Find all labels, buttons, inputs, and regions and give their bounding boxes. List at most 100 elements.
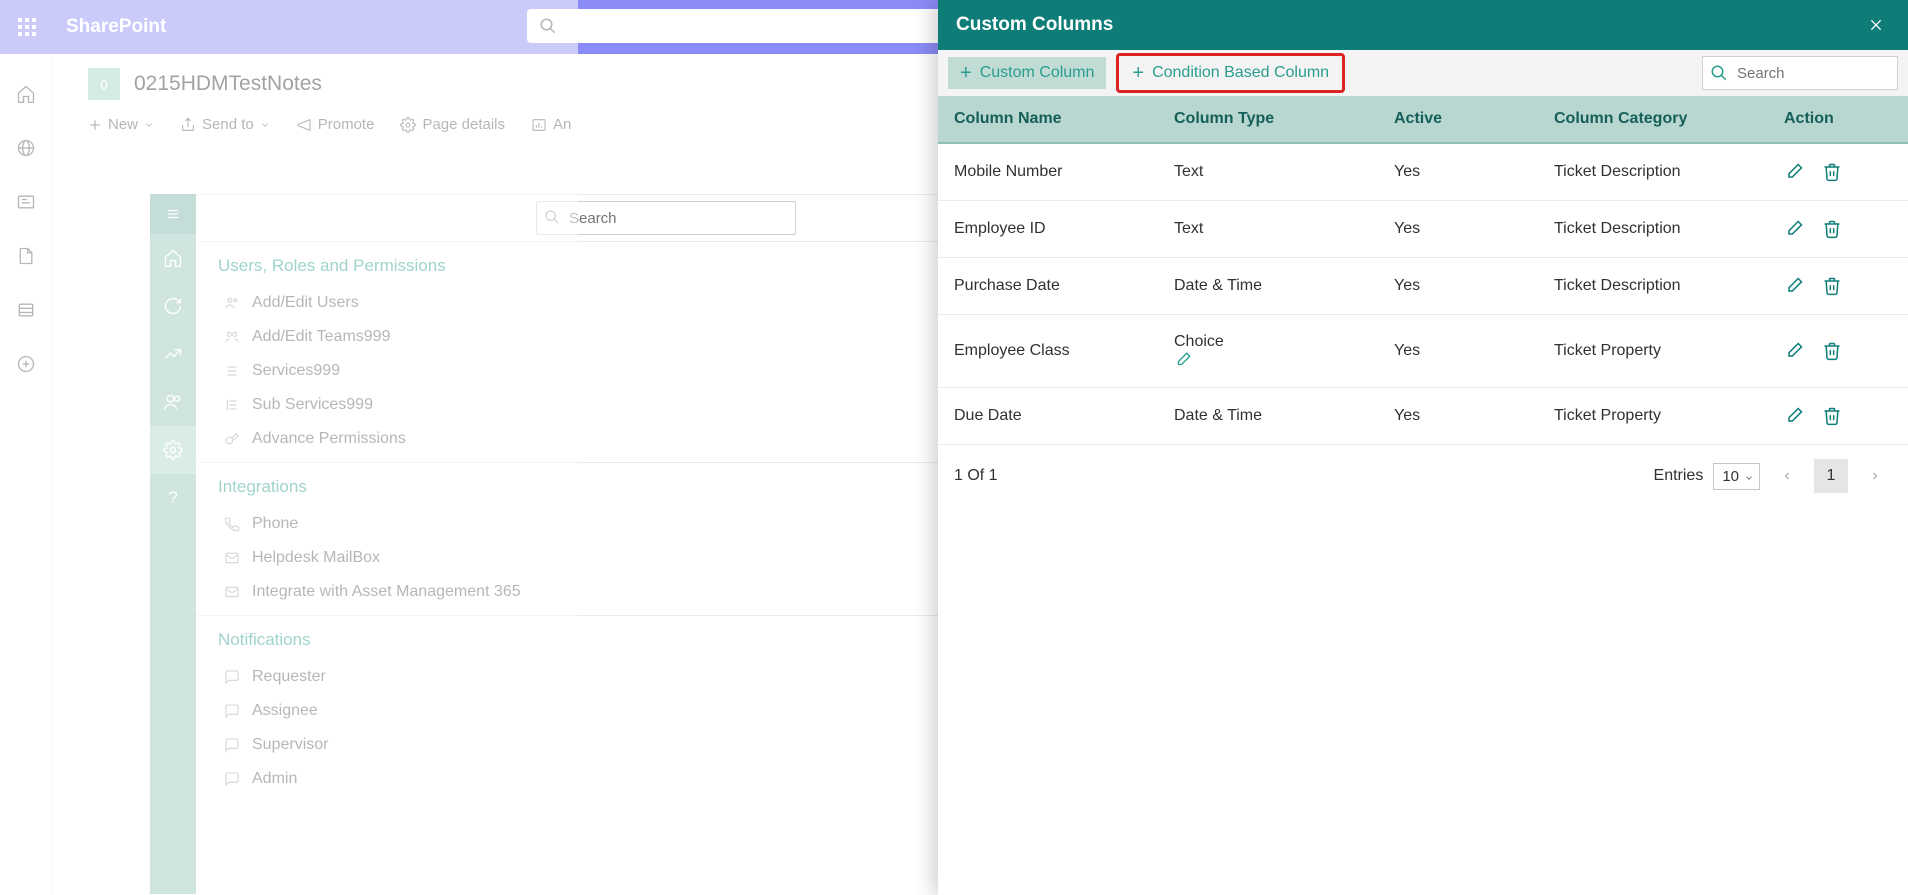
gear-icon xyxy=(400,117,416,133)
cmd-new[interactable]: New xyxy=(88,116,154,133)
nav-item-icon xyxy=(224,431,242,447)
plus-icon xyxy=(88,118,102,132)
cell-category: Ticket Property xyxy=(1538,315,1768,388)
nav-item-icon xyxy=(224,550,242,566)
cmd-send[interactable]: Send to xyxy=(180,116,270,133)
rail-create-button[interactable] xyxy=(6,344,46,384)
cmd-analytics[interactable]: An xyxy=(531,116,571,133)
th-column-type[interactable]: Column Type xyxy=(1158,96,1378,143)
pager-page-1[interactable]: 1 xyxy=(1814,459,1848,493)
chevron-down-icon xyxy=(260,120,270,130)
cell-type: Date & Time xyxy=(1158,258,1378,315)
cell-action xyxy=(1768,388,1908,445)
nav-item-icon xyxy=(224,584,242,600)
sidebar-reports[interactable] xyxy=(150,330,196,378)
row-edit-button[interactable] xyxy=(1784,406,1804,426)
pager: 1 Of 1 Entries 10 1 xyxy=(938,445,1908,507)
rail-lists-button[interactable] xyxy=(6,290,46,330)
row-delete-button[interactable] xyxy=(1822,406,1842,426)
th-category[interactable]: Column Category xyxy=(1538,96,1768,143)
nav-item-label: Add/Edit Teams999 xyxy=(252,328,390,346)
cmd-send-label: Send to xyxy=(202,116,254,133)
th-active[interactable]: Active xyxy=(1378,96,1538,143)
entries-select[interactable]: 10 xyxy=(1713,463,1760,490)
cmd-promote[interactable]: Promote xyxy=(296,116,375,133)
nav-item-label: Sub Services999 xyxy=(252,396,373,414)
cell-category: Ticket Property xyxy=(1538,388,1768,445)
nav-item-label: Assignee xyxy=(252,702,318,720)
nav-item-icon xyxy=(224,329,242,345)
plus-icon: + xyxy=(1132,63,1144,83)
site-logo[interactable]: 0 xyxy=(88,68,120,100)
cell-type: Date & Time xyxy=(1158,388,1378,445)
sidebar-users[interactable] xyxy=(150,378,196,426)
question-icon: ? xyxy=(168,488,177,508)
search-icon xyxy=(539,17,557,35)
nav-item-icon xyxy=(224,771,242,787)
pager-prev-button[interactable] xyxy=(1770,459,1804,493)
waffle-icon xyxy=(18,18,36,36)
table-row: Mobile NumberTextYesTicket Description xyxy=(938,143,1908,201)
cell-category: Ticket Description xyxy=(1538,201,1768,258)
cell-name: Purchase Date xyxy=(938,258,1158,315)
menu-icon xyxy=(164,207,182,221)
nav-item-icon xyxy=(224,737,242,753)
left-rail xyxy=(0,54,52,895)
helpdesk-search-input[interactable] xyxy=(536,201,796,235)
sharepoint-brand[interactable]: SharePoint xyxy=(66,16,166,38)
nav-item-label: Phone xyxy=(252,515,298,533)
sidebar-help[interactable]: ? xyxy=(150,474,196,522)
cell-name: Due Date xyxy=(938,388,1158,445)
add-custom-column-label: Custom Column xyxy=(980,64,1095,82)
app-launcher-button[interactable] xyxy=(0,0,54,54)
pager-next-button[interactable] xyxy=(1858,459,1892,493)
row-delete-button[interactable] xyxy=(1822,219,1842,239)
cell-active: Yes xyxy=(1378,315,1538,388)
row-edit-button[interactable] xyxy=(1784,162,1804,182)
th-column-name[interactable]: Column Name xyxy=(938,96,1158,143)
entries-value: 10 xyxy=(1722,468,1739,485)
cell-category: Ticket Description xyxy=(1538,258,1768,315)
rail-files-button[interactable] xyxy=(6,236,46,276)
nav-item-label: Advance Permissions xyxy=(252,430,406,448)
choice-edit-button[interactable] xyxy=(1174,351,1362,369)
rail-home-button[interactable] xyxy=(6,74,46,114)
table-row: Purchase DateDate & TimeYesTicket Descri… xyxy=(938,258,1908,315)
row-delete-button[interactable] xyxy=(1822,276,1842,296)
cell-action xyxy=(1768,201,1908,258)
nav-item-label: Services999 xyxy=(252,362,340,380)
add-custom-column-button[interactable]: + Custom Column xyxy=(948,57,1106,89)
nav-item-label: Admin xyxy=(252,770,297,788)
cmd-page-details[interactable]: Page details xyxy=(400,116,505,133)
nav-item-icon xyxy=(224,363,242,379)
nav-item-label: Helpdesk MailBox xyxy=(252,549,380,567)
search-icon xyxy=(544,209,560,225)
rail-globe-button[interactable] xyxy=(6,128,46,168)
row-edit-button[interactable] xyxy=(1784,341,1804,361)
nav-item-icon xyxy=(224,397,242,413)
row-edit-button[interactable] xyxy=(1784,219,1804,239)
th-action[interactable]: Action xyxy=(1768,96,1908,143)
sidebar-toggle[interactable] xyxy=(150,194,196,234)
nav-item-icon xyxy=(224,516,242,532)
sidebar-refresh[interactable] xyxy=(150,282,196,330)
add-condition-column-button[interactable]: + Condition Based Column xyxy=(1120,57,1341,89)
rail-news-button[interactable] xyxy=(6,182,46,222)
row-edit-button[interactable] xyxy=(1784,276,1804,296)
cell-type: Text xyxy=(1158,201,1378,258)
panel-search-input[interactable] xyxy=(1702,56,1898,90)
nav-item-label: Add/Edit Users xyxy=(252,294,359,312)
add-condition-column-label: Condition Based Column xyxy=(1152,64,1329,82)
table-row: Employee ClassChoiceYesTicket Property xyxy=(938,315,1908,388)
chevron-right-icon xyxy=(1869,470,1881,482)
row-delete-button[interactable] xyxy=(1822,162,1842,182)
row-delete-button[interactable] xyxy=(1822,341,1842,361)
table-header-row: Column Name Column Type Active Column Ca… xyxy=(938,96,1908,143)
cell-active: Yes xyxy=(1378,143,1538,201)
site-title[interactable]: 0215HDMTestNotes xyxy=(134,72,322,96)
close-icon xyxy=(1868,17,1884,33)
sidebar-settings[interactable] xyxy=(150,426,196,474)
sidebar-home[interactable] xyxy=(150,234,196,282)
panel-close-button[interactable] xyxy=(1862,11,1890,39)
cell-name: Employee Class xyxy=(938,315,1158,388)
